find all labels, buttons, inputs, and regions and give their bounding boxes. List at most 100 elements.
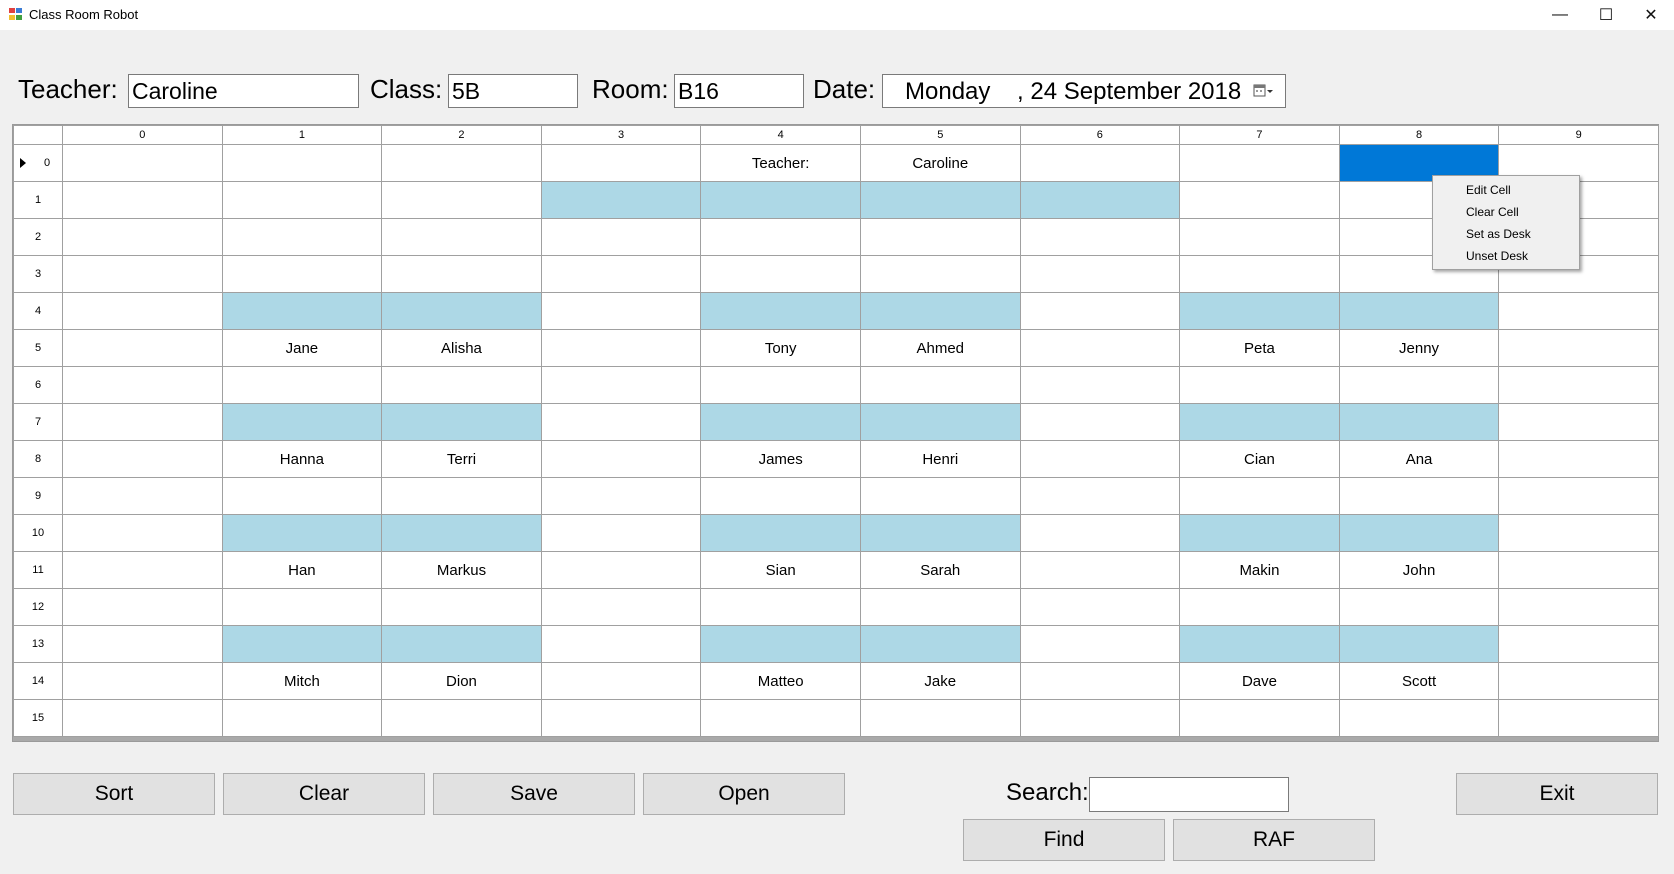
grid-cell-r4-c9[interactable]: [1498, 292, 1659, 330]
row-header-14[interactable]: 14: [13, 662, 63, 700]
grid-cell-r14-c1[interactable]: Mitch: [221, 662, 383, 700]
row-header-6[interactable]: 6: [13, 366, 63, 404]
column-header-9[interactable]: 9: [1498, 125, 1659, 145]
grid-cell-r9-c4[interactable]: [700, 477, 861, 515]
grid-cell-r8-c7[interactable]: Cian: [1179, 440, 1340, 478]
grid-cell-r1-c1[interactable]: [221, 181, 383, 219]
grid-cell-r2-c2[interactable]: [381, 218, 542, 256]
grid-cell-r5-c4[interactable]: Tony: [700, 329, 861, 367]
grid-cell-r13-c1[interactable]: [221, 625, 383, 663]
grid-cell-r1-c7[interactable]: [1179, 181, 1340, 219]
row-header-2[interactable]: 2: [13, 218, 63, 256]
grid-cell-r6-c8[interactable]: [1338, 366, 1500, 404]
grid-cell-r14-c6[interactable]: [1019, 662, 1181, 700]
grid-cell-r11-c4[interactable]: Sian: [700, 551, 861, 589]
search-input[interactable]: [1089, 777, 1289, 812]
column-header-0[interactable]: 0: [62, 125, 223, 145]
column-header-8[interactable]: 8: [1338, 125, 1500, 145]
row-header-5[interactable]: 5: [13, 329, 63, 367]
grid-cell-r5-c7[interactable]: Peta: [1179, 329, 1340, 367]
grid-cell-r2-c1[interactable]: [221, 218, 383, 256]
open-button[interactable]: Open: [643, 773, 845, 815]
grid-cell-r6-c7[interactable]: [1179, 366, 1340, 404]
grid-cell-r5-c1[interactable]: Jane: [221, 329, 383, 367]
grid-cell-r8-c0[interactable]: [62, 440, 223, 478]
date-picker[interactable]: Monday , 24 September 2018: [882, 74, 1286, 108]
grid-cell-r1-c4[interactable]: [700, 181, 861, 219]
grid-cell-r11-c9[interactable]: [1498, 551, 1659, 589]
grid-cell-r11-c3[interactable]: [540, 551, 702, 589]
grid-cell-r6-c5[interactable]: [859, 366, 1021, 404]
grid-cell-r5-c6[interactable]: [1019, 329, 1181, 367]
exit-button[interactable]: Exit: [1456, 773, 1658, 815]
grid-cell-r2-c4[interactable]: [700, 218, 861, 256]
grid-cell-r9-c8[interactable]: [1338, 477, 1500, 515]
grid-cell-r3-c1[interactable]: [221, 255, 383, 293]
grid-cell-r12-c2[interactable]: [381, 588, 542, 626]
grid-cell-r3-c3[interactable]: [540, 255, 702, 293]
grid-cell-r5-c2[interactable]: Alisha: [381, 329, 542, 367]
grid-cell-r12-c1[interactable]: [221, 588, 383, 626]
grid-cell-r11-c8[interactable]: John: [1338, 551, 1500, 589]
grid-cell-r9-c6[interactable]: [1019, 477, 1181, 515]
column-header-7[interactable]: 7: [1179, 125, 1340, 145]
grid-cell-r15-c5[interactable]: [859, 699, 1021, 737]
grid-cell-r12-c0[interactable]: [62, 588, 223, 626]
grid-cell-r15-c2[interactable]: [381, 699, 542, 737]
row-header-15[interactable]: 15: [13, 699, 63, 737]
column-header-3[interactable]: 3: [540, 125, 702, 145]
grid-cell-r0-c2[interactable]: [381, 144, 542, 182]
grid-cell-r15-c8[interactable]: [1338, 699, 1500, 737]
column-header-1[interactable]: 1: [221, 125, 383, 145]
grid-cell-r0-c4[interactable]: Teacher:: [700, 144, 861, 182]
grid-cell-r10-c3[interactable]: [540, 514, 702, 552]
row-header-7[interactable]: 7: [13, 403, 63, 441]
grid-cell-r12-c8[interactable]: [1338, 588, 1500, 626]
grid-cell-r9-c9[interactable]: [1498, 477, 1659, 515]
find-button[interactable]: Find: [963, 819, 1165, 861]
grid-cell-r12-c4[interactable]: [700, 588, 861, 626]
grid-cell-r10-c8[interactable]: [1338, 514, 1500, 552]
grid-cell-r6-c6[interactable]: [1019, 366, 1181, 404]
grid-cell-r3-c4[interactable]: [700, 255, 861, 293]
grid-cell-r4-c5[interactable]: [859, 292, 1021, 330]
grid-cell-r12-c7[interactable]: [1179, 588, 1340, 626]
grid-cell-r14-c0[interactable]: [62, 662, 223, 700]
grid-cell-r13-c8[interactable]: [1338, 625, 1500, 663]
grid-cell-r7-c6[interactable]: [1019, 403, 1181, 441]
grid-cell-r15-c1[interactable]: [221, 699, 383, 737]
maximize-button[interactable]: ☐: [1583, 0, 1629, 30]
room-input[interactable]: [674, 74, 804, 108]
grid-cell-r11-c2[interactable]: Markus: [381, 551, 542, 589]
grid-cell-r13-c2[interactable]: [381, 625, 542, 663]
grid-cell-r11-c0[interactable]: [62, 551, 223, 589]
column-header-5[interactable]: 5: [859, 125, 1021, 145]
grid-cell-r2-c3[interactable]: [540, 218, 702, 256]
grid-cell-r5-c9[interactable]: [1498, 329, 1659, 367]
grid-cell-r5-c5[interactable]: Ahmed: [859, 329, 1021, 367]
grid-cell-r0-c1[interactable]: [221, 144, 383, 182]
row-header-12[interactable]: 12: [13, 588, 63, 626]
grid-cell-r13-c0[interactable]: [62, 625, 223, 663]
grid-cell-r11-c6[interactable]: [1019, 551, 1181, 589]
grid-cell-r2-c6[interactable]: [1019, 218, 1181, 256]
grid-cell-r1-c6[interactable]: [1019, 181, 1181, 219]
grid-cell-r14-c2[interactable]: Dion: [381, 662, 542, 700]
grid-cell-r15-c7[interactable]: [1179, 699, 1340, 737]
row-header-8[interactable]: 8: [13, 440, 63, 478]
grid-cell-r7-c1[interactable]: [221, 403, 383, 441]
grid-cell-r9-c2[interactable]: [381, 477, 542, 515]
grid-cell-r10-c9[interactable]: [1498, 514, 1659, 552]
menu-item-set-as-desk[interactable]: Set as Desk: [1433, 223, 1579, 245]
grid-cell-r2-c5[interactable]: [859, 218, 1021, 256]
row-header-13[interactable]: 13: [13, 625, 63, 663]
grid-cell-r9-c1[interactable]: [221, 477, 383, 515]
grid-cell-r2-c0[interactable]: [62, 218, 223, 256]
grid-cell-r7-c0[interactable]: [62, 403, 223, 441]
grid-cell-r6-c0[interactable]: [62, 366, 223, 404]
grid-cell-r10-c5[interactable]: [859, 514, 1021, 552]
grid-cell-r15-c3[interactable]: [540, 699, 702, 737]
grid-cell-r6-c4[interactable]: [700, 366, 861, 404]
grid-cell-r15-c4[interactable]: [700, 699, 861, 737]
grid-cell-r4-c2[interactable]: [381, 292, 542, 330]
